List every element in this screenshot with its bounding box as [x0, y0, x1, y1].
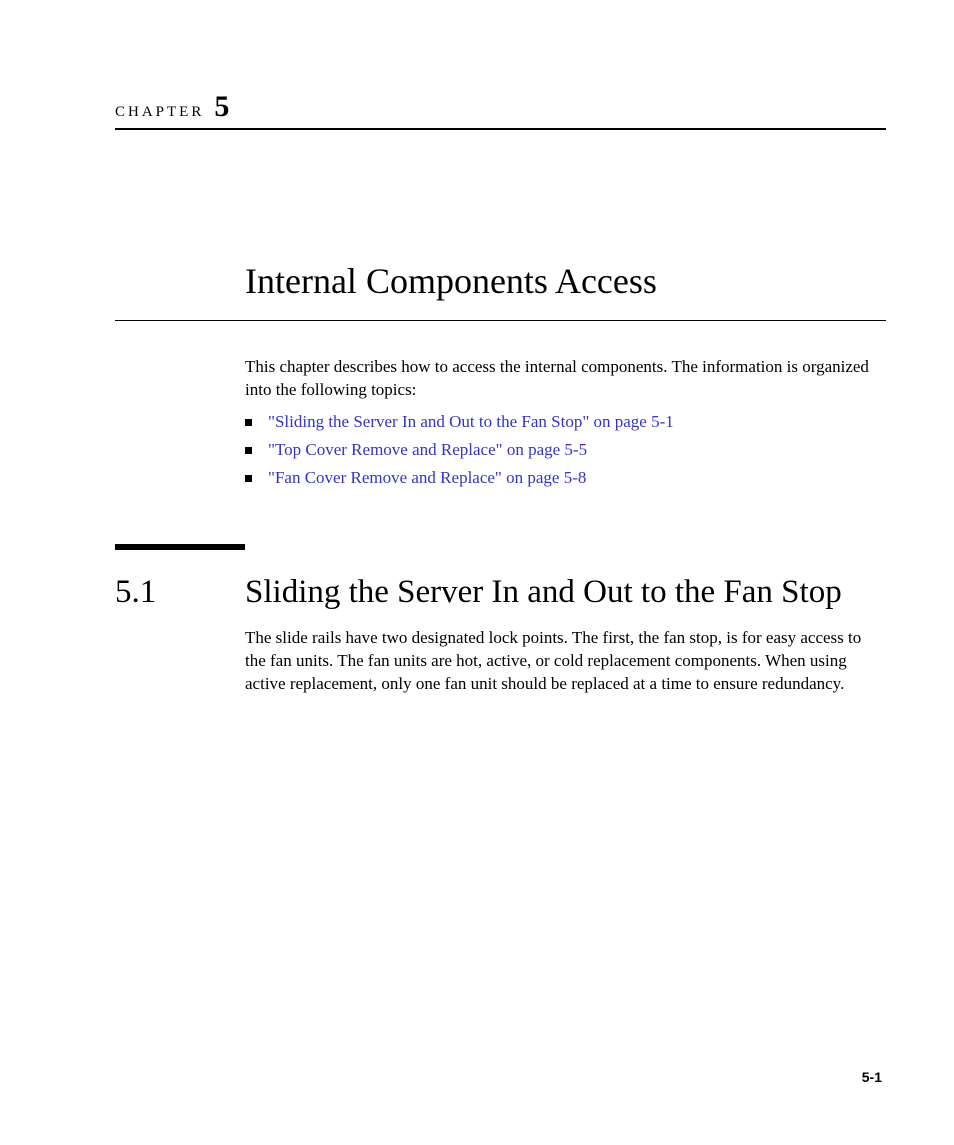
list-item: "Top Cover Remove and Replace" on page 5…	[245, 440, 886, 460]
section: 5.1 Sliding the Server In and Out to the…	[115, 544, 886, 696]
list-item: "Sliding the Server In and Out to the Fa…	[245, 412, 886, 432]
toc-link[interactable]: "Sliding the Server In and Out to the Fa…	[268, 412, 674, 432]
page-number: 5-1	[862, 1069, 882, 1085]
section-title: Sliding the Server In and Out to the Fan…	[245, 572, 886, 613]
chapter-title: Internal Components Access	[245, 260, 886, 302]
bullet-icon	[245, 447, 252, 454]
toc-link[interactable]: "Fan Cover Remove and Replace" on page 5…	[268, 468, 586, 488]
title-divider	[115, 320, 886, 321]
bullet-icon	[245, 419, 252, 426]
chapter-header: CHAPTER 5	[115, 90, 886, 130]
section-rule	[115, 544, 245, 550]
section-number: 5.1	[115, 572, 245, 613]
toc-list: "Sliding the Server In and Out to the Fa…	[245, 412, 886, 488]
bullet-icon	[245, 475, 252, 482]
intro-paragraph: This chapter describes how to access the…	[245, 356, 886, 402]
toc-link[interactable]: "Top Cover Remove and Replace" on page 5…	[268, 440, 587, 460]
list-item: "Fan Cover Remove and Replace" on page 5…	[245, 468, 886, 488]
section-body: The slide rails have two designated lock…	[245, 627, 886, 696]
chapter-label: CHAPTER	[115, 104, 204, 121]
chapter-number: 5	[214, 90, 229, 124]
